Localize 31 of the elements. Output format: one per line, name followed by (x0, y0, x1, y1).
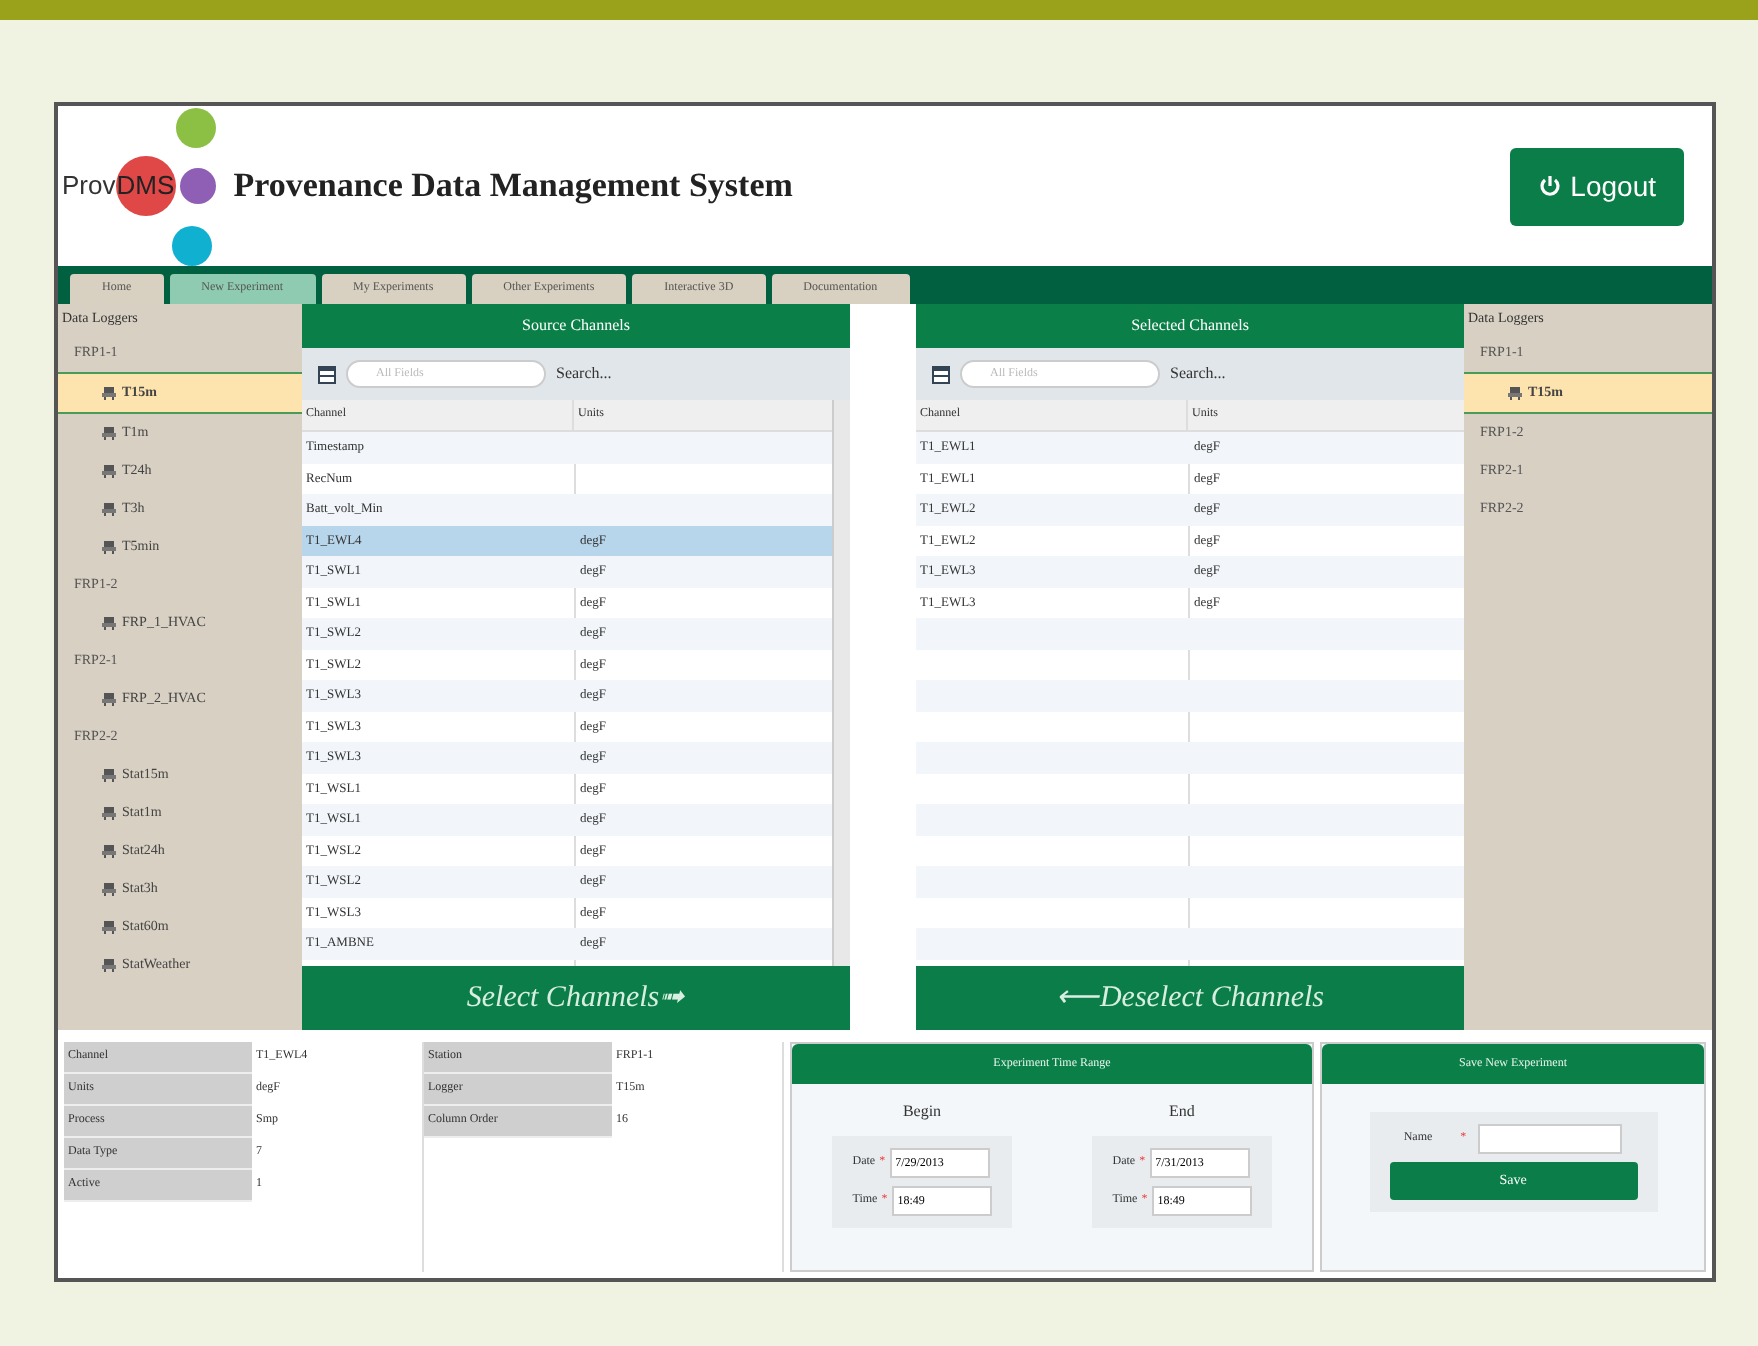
deselect-channels-button[interactable]: ⟵Deselect Channels (916, 966, 1464, 1030)
app-title: Provenance Data Management System (233, 164, 793, 209)
name-field[interactable] (1478, 1124, 1623, 1154)
device-icon (102, 385, 116, 399)
device-icon (102, 463, 116, 477)
device-icon (102, 539, 116, 553)
column-heading: Begin (902, 1100, 942, 1124)
device-icon (102, 691, 116, 705)
search-label: Search... (556, 362, 612, 386)
logout-button[interactable]: Logout (1510, 147, 1684, 225)
logo-text: Prov (62, 168, 116, 205)
device-icon (102, 919, 116, 933)
panel-header: Selected Channels (916, 304, 1464, 348)
device-icon (102, 805, 116, 819)
device-icon (102, 425, 116, 439)
select-channels-button[interactable]: Select Channels➟ (302, 966, 850, 1030)
table-icon[interactable] (932, 365, 950, 383)
panel-header: Source Channels (302, 304, 850, 348)
table-icon[interactable] (318, 365, 336, 383)
logo-badge: DMS (115, 156, 176, 216)
scrollbar[interactable] (832, 400, 850, 966)
power-icon (1538, 174, 1563, 198)
device-icon (102, 767, 116, 781)
device-icon (102, 843, 116, 857)
device-icon (102, 501, 116, 515)
device-icon (102, 957, 116, 971)
device-icon (1508, 385, 1522, 399)
search-label: Search... (1170, 362, 1226, 386)
device-icon (102, 615, 116, 629)
column-heading: End (1169, 1100, 1195, 1124)
device-icon (102, 881, 116, 895)
